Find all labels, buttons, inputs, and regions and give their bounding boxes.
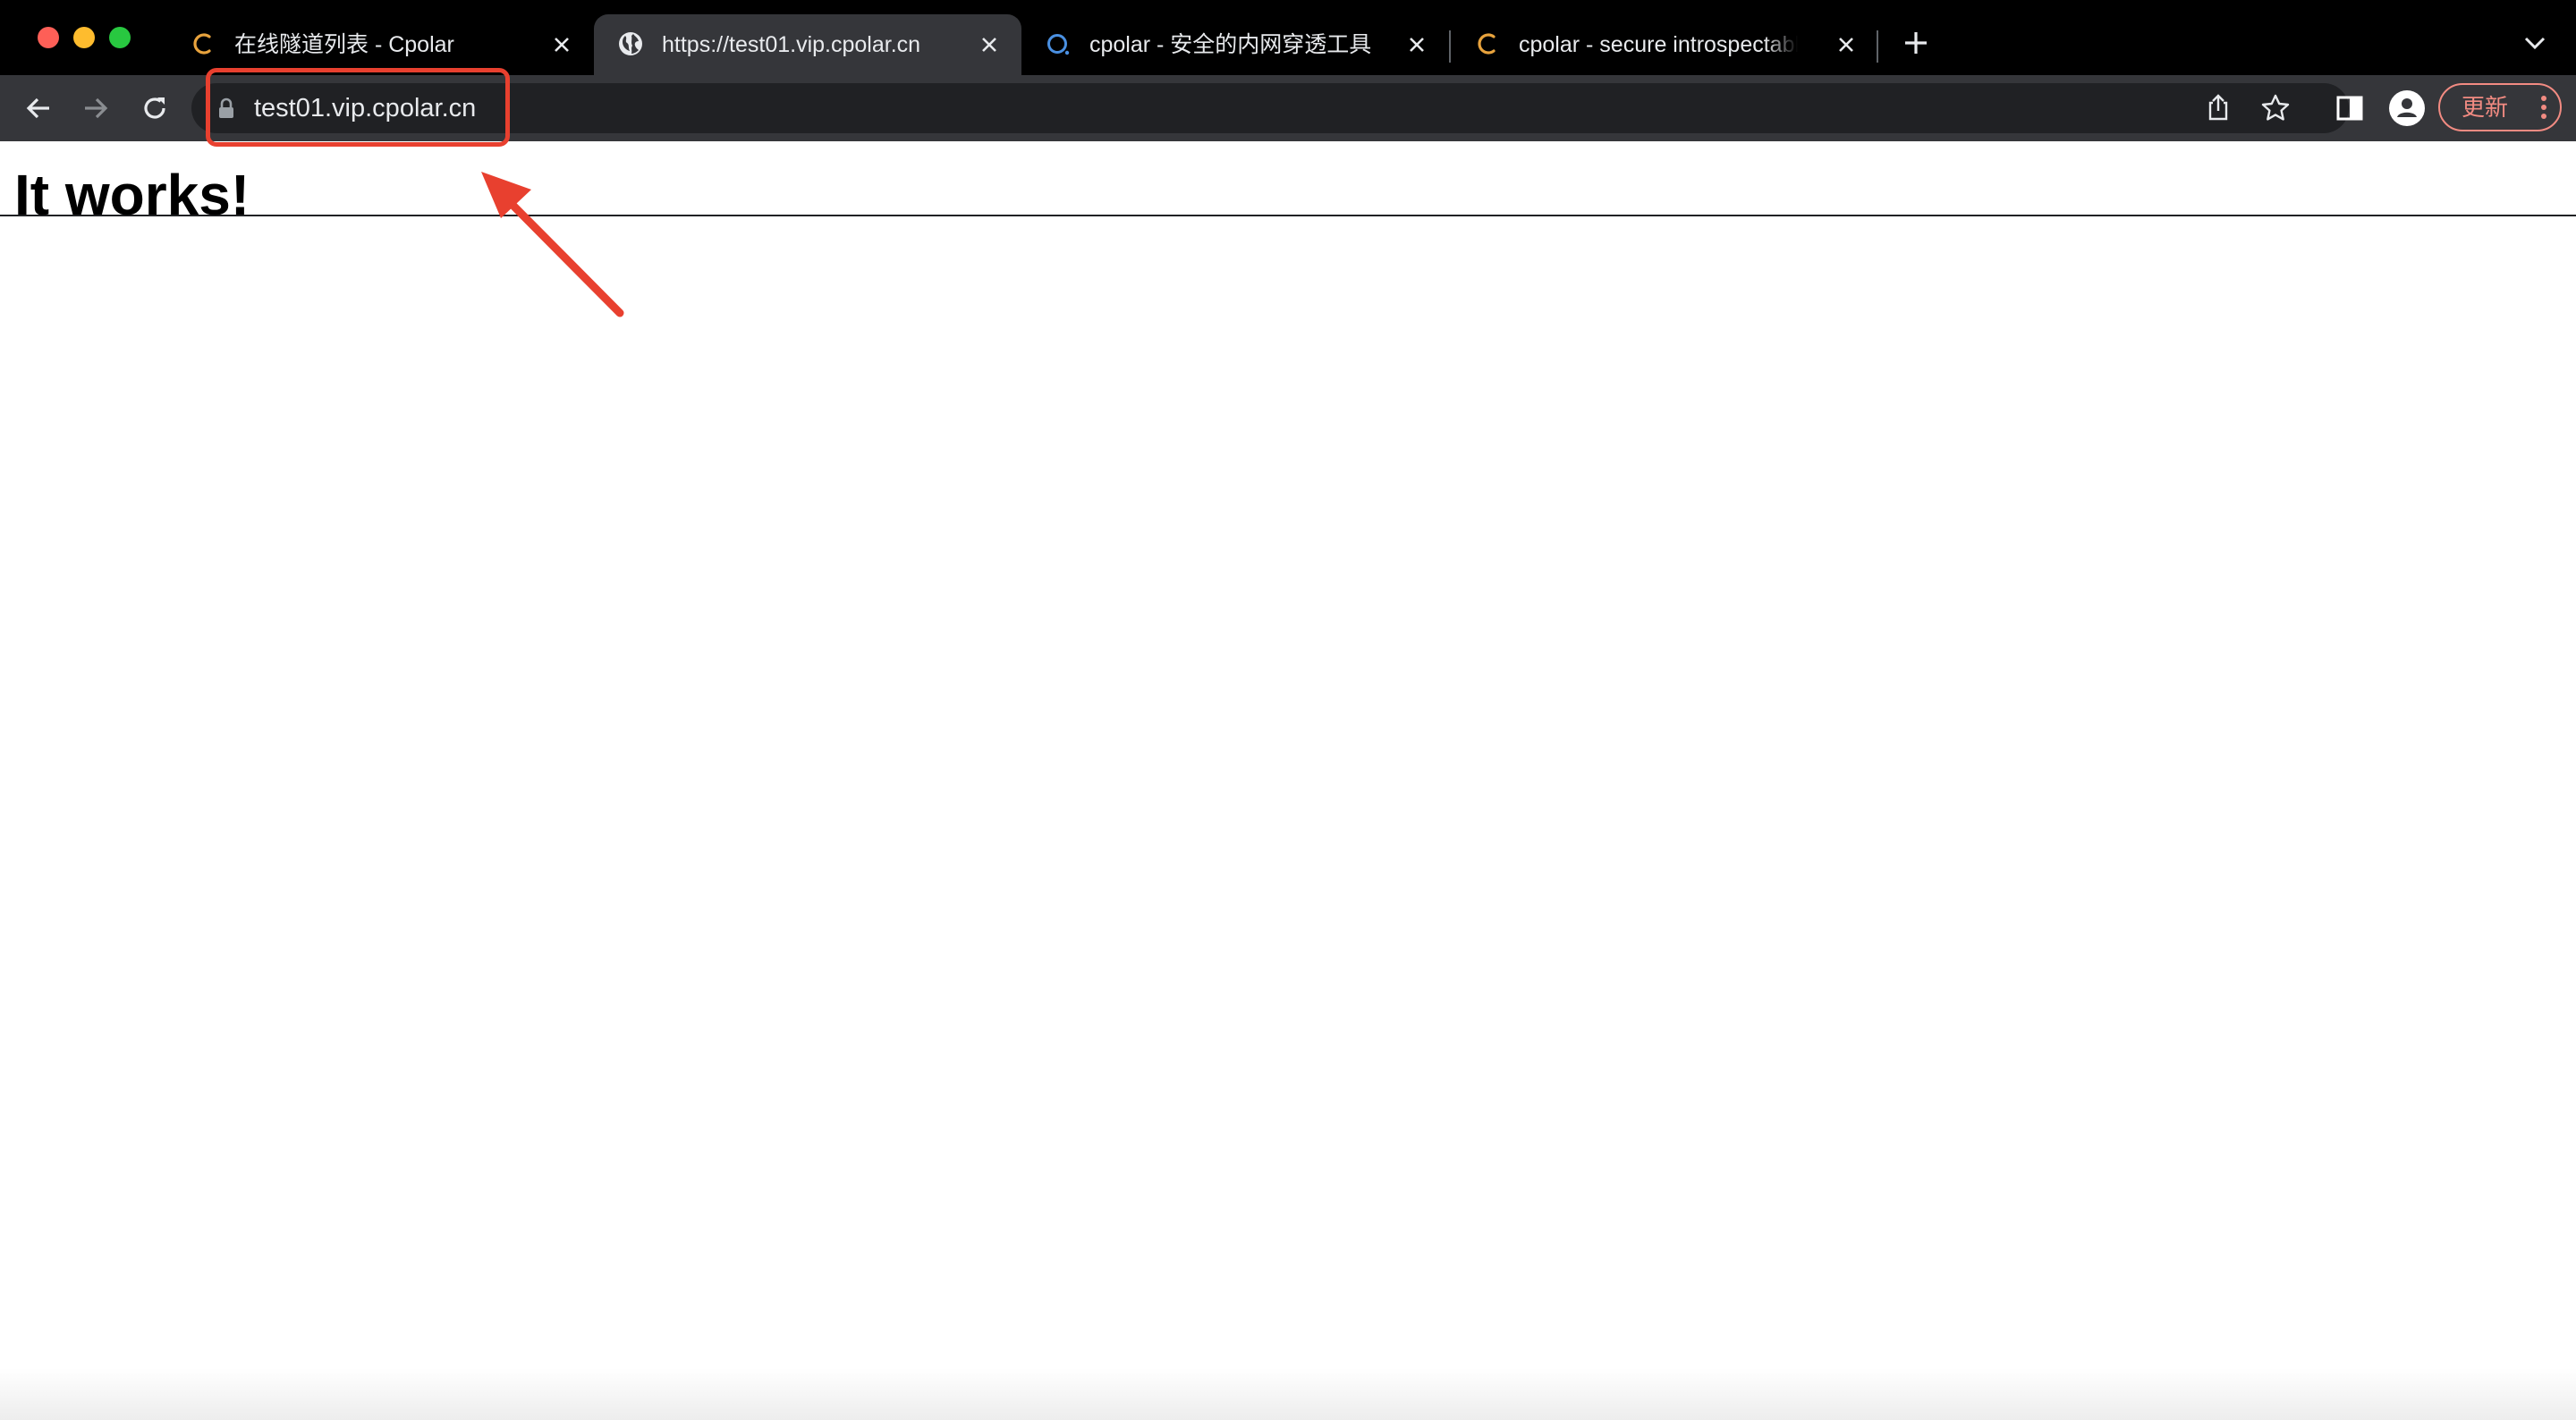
update-button[interactable]: 更新 bbox=[2438, 83, 2562, 131]
tab-title: cpolar - 安全的内网穿透工具 bbox=[1089, 32, 1372, 57]
forward-arrow-icon[interactable] bbox=[75, 88, 116, 129]
zoom-window-button[interactable] bbox=[109, 27, 131, 48]
tab-separator bbox=[1877, 30, 1878, 63]
tab-cpolar-tunnel-list[interactable]: 在线隧道列表 - Cpolar bbox=[166, 14, 594, 75]
cpolar-q-icon bbox=[1045, 30, 1072, 57]
tab-title: cpolar - secure introspectable tunnels bbox=[1519, 32, 1798, 57]
close-tab-icon[interactable] bbox=[977, 32, 1002, 57]
tab-title: 在线隧道列表 - Cpolar bbox=[234, 32, 454, 57]
annotation-highlight-box bbox=[206, 68, 510, 147]
cpolar-c-icon bbox=[1474, 30, 1501, 57]
bottom-shadow bbox=[0, 1368, 2576, 1420]
close-tab-icon[interactable] bbox=[549, 32, 574, 57]
close-window-button[interactable] bbox=[38, 27, 59, 48]
cpolar-c-icon bbox=[190, 30, 216, 57]
tab-search-chevron-down-icon[interactable] bbox=[2521, 30, 2549, 55]
new-tab-plus-icon[interactable] bbox=[1900, 27, 1932, 59]
bookmark-star-icon[interactable] bbox=[2259, 92, 2292, 124]
page-heading: It works! bbox=[14, 163, 250, 227]
address-bar[interactable]: test01.vip.cpolar.cn bbox=[191, 83, 2349, 133]
tab-test01-active[interactable]: https://test01.vip.cpolar.cn bbox=[594, 14, 1021, 75]
update-button-label: 更新 bbox=[2462, 94, 2509, 121]
tab-cpolar-secure-tunnels[interactable]: cpolar - secure introspectable tunnels bbox=[1451, 14, 1878, 75]
tab-strip: 在线隧道列表 - Cpolar https://test01.vip.cpola… bbox=[0, 0, 2576, 75]
tab-cpolar-home[interactable]: cpolar - 安全的内网穿透工具 bbox=[1021, 14, 1449, 75]
minimize-window-button[interactable] bbox=[73, 27, 95, 48]
tab-title: https://test01.vip.cpolar.cn bbox=[662, 32, 921, 57]
globe-icon bbox=[617, 30, 644, 57]
profile-avatar-icon[interactable] bbox=[2386, 88, 2428, 129]
toolbar-divider bbox=[0, 215, 2576, 216]
share-icon[interactable] bbox=[2202, 92, 2234, 124]
more-menu-icon[interactable] bbox=[2540, 95, 2547, 120]
side-panel-icon[interactable] bbox=[2329, 88, 2370, 129]
back-arrow-icon[interactable] bbox=[18, 88, 59, 129]
close-tab-icon[interactable] bbox=[1834, 32, 1859, 57]
reload-icon[interactable] bbox=[134, 88, 175, 129]
annotation-arrow-icon bbox=[481, 172, 624, 317]
close-tab-icon[interactable] bbox=[1404, 32, 1429, 57]
